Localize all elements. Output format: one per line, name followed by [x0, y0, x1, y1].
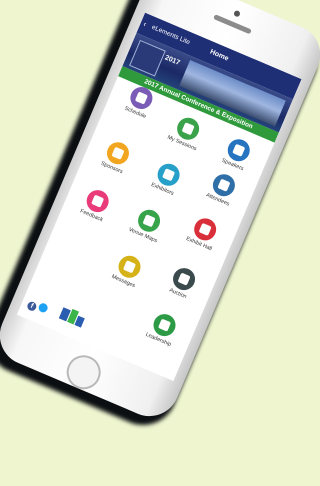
twitter-icon[interactable]: [37, 301, 50, 314]
speaker-grille: [213, 14, 252, 35]
facebook-icon[interactable]: f: [25, 300, 38, 313]
phone-device: ‹ eLements Lite Home 2017 2017 Annual Co…: [0, 0, 320, 426]
menu-tile-exhibit-hall[interactable]: Exhibit Hall: [172, 208, 235, 257]
menu-tile-auction[interactable]: Auction: [151, 258, 214, 307]
menu-tile-feedback[interactable]: Feedback: [64, 180, 127, 229]
app-screen: ‹ eLements Lite Home 2017 2017 Annual Co…: [16, 12, 302, 382]
social-links: f: [25, 298, 50, 317]
banner-year: 2017: [163, 54, 181, 67]
event-logo: [129, 39, 166, 77]
camera-icon: [233, 9, 241, 18]
phone-scene: ‹ eLements Lite Home 2017 2017 Annual Co…: [0, 0, 320, 486]
menu-tile-leadership[interactable]: Leadership: [131, 304, 194, 353]
menu-tile-sponsors[interactable]: Sponsors: [85, 132, 148, 181]
organization-logo: [58, 305, 86, 329]
menu-tile-messages[interactable]: Messages: [96, 246, 159, 295]
